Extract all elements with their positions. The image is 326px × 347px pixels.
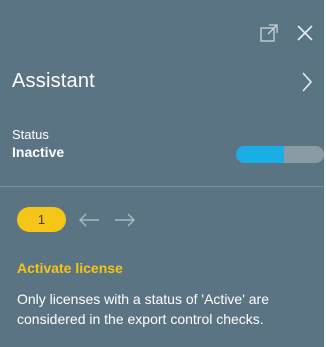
open-external-icon bbox=[260, 24, 278, 42]
chevron-right-icon[interactable] bbox=[300, 71, 314, 93]
current-step-badge[interactable]: 1 bbox=[17, 207, 66, 232]
status-progress-bar[interactable] bbox=[236, 146, 324, 163]
section-divider bbox=[0, 186, 324, 187]
previous-step-button[interactable] bbox=[76, 210, 102, 230]
status-label: Status bbox=[12, 127, 49, 142]
step-navigator: 1 bbox=[17, 207, 138, 232]
open-external-button[interactable] bbox=[258, 22, 280, 44]
step-description: Only licenses with a status of 'Active' … bbox=[17, 291, 270, 327]
status-value: Inactive bbox=[12, 144, 65, 160]
arrow-left-icon bbox=[79, 213, 99, 226]
status-progress-fill bbox=[236, 146, 285, 163]
arrow-right-icon bbox=[115, 213, 135, 226]
close-icon bbox=[297, 25, 313, 41]
next-step-button[interactable] bbox=[112, 210, 138, 230]
panel-toolbar bbox=[258, 22, 316, 44]
status-block: Status Inactive bbox=[12, 127, 64, 161]
assistant-panel: Assistant Status Inactive 1 Activate lic… bbox=[0, 0, 324, 347]
step-title: Activate license bbox=[17, 260, 123, 276]
close-button[interactable] bbox=[294, 22, 316, 44]
panel-title: Assistant bbox=[12, 70, 95, 92]
title-row[interactable]: Assistant bbox=[12, 70, 314, 93]
